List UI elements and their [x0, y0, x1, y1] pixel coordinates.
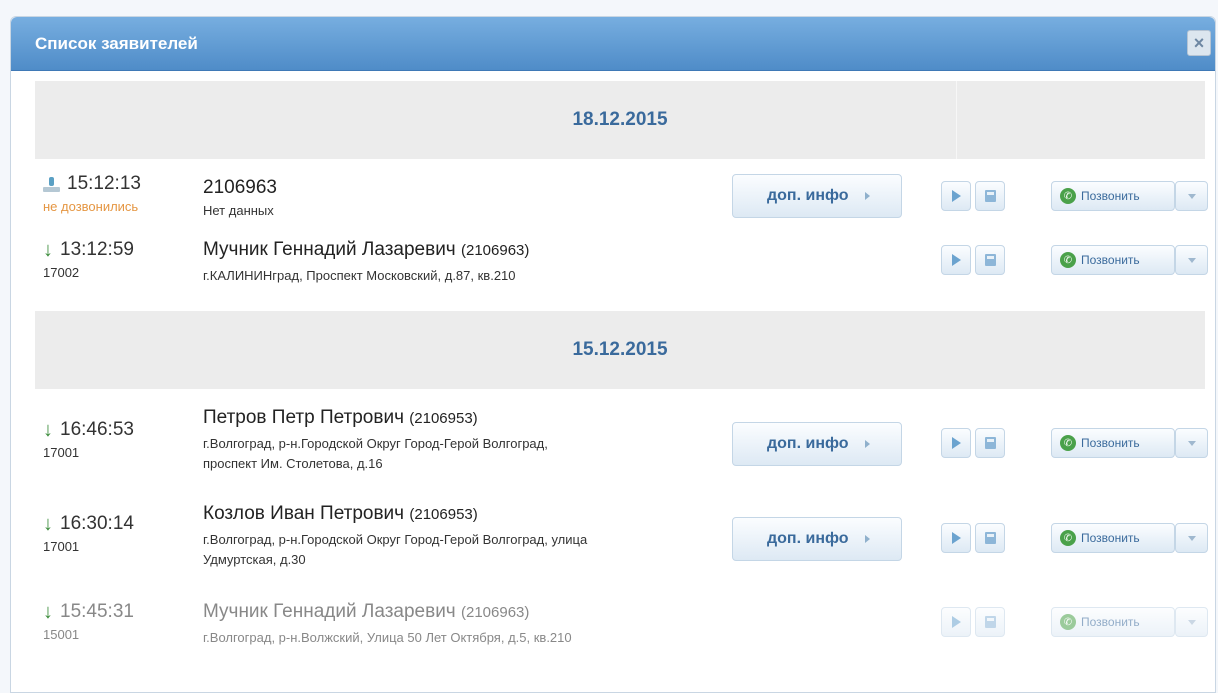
- applicant-name: Козлов Иван Петрович: [203, 503, 405, 524]
- play-button[interactable]: [941, 523, 971, 553]
- call-time: 16:46:53: [60, 419, 134, 440]
- date-label: 18.12.2015: [572, 109, 668, 130]
- applicant-address-line: Удмуртская, д.30: [203, 552, 306, 567]
- call-button[interactable]: ✆ Позвонить: [1051, 523, 1175, 553]
- play-icon: [951, 616, 961, 628]
- arrow-down-icon: ↓: [43, 419, 53, 441]
- call-status: не дозвонились: [43, 199, 139, 214]
- chevron-down-icon: [1187, 257, 1196, 263]
- call-options-dropdown[interactable]: [1175, 607, 1208, 637]
- play-button[interactable]: [941, 607, 971, 637]
- call-extension: 15001: [43, 627, 80, 642]
- arrow-down-icon: ↓: [43, 239, 53, 261]
- date-header: 15.12.2015: [35, 311, 1205, 389]
- applicant-address: г.КАЛИНИНград, Проспект Московский, д.87…: [203, 268, 516, 283]
- play-icon: [951, 190, 961, 202]
- phone-icon: ✆: [1060, 252, 1076, 268]
- arrow-down-icon: ↓: [43, 513, 53, 535]
- call-time: 15:45:31: [60, 601, 134, 622]
- save-icon: [984, 190, 996, 202]
- save-button[interactable]: [975, 523, 1005, 553]
- more-info-button[interactable]: доп. инфо: [732, 517, 902, 561]
- play-button[interactable]: [941, 245, 971, 275]
- applicants-list: 18.12.2015 15:12:13 не дозвонились 21069…: [35, 81, 1208, 663]
- applicant-code: (2106963): [461, 604, 530, 621]
- save-button[interactable]: [975, 607, 1005, 637]
- chevron-right-icon: [864, 192, 870, 200]
- play-icon: [951, 437, 961, 449]
- applicant-name: Мучник Геннадий Лазаревич: [203, 601, 456, 622]
- list-item: 15:12:13 не дозвонились 2106963 Нет данн…: [35, 159, 1208, 231]
- applicant-code: (2106953): [409, 410, 478, 427]
- call-extension: 17002: [43, 265, 80, 280]
- list-item: ↓ 16:46:53 17001 Петров Петр Петрович (2…: [35, 389, 1208, 499]
- date-label: 15.12.2015: [572, 339, 668, 360]
- applicants-dialog: Список заявителей × 18.12.2015 15:12:13 …: [10, 16, 1216, 693]
- more-info-button[interactable]: доп. инфо: [732, 422, 902, 466]
- call-extension: 17001: [43, 445, 80, 460]
- save-button[interactable]: [975, 428, 1005, 458]
- applicant-address-line: проспект Им. Столетова, д.16: [203, 456, 383, 471]
- applicant-address: Нет данных: [203, 203, 274, 218]
- phone-icon: ✆: [1060, 188, 1076, 204]
- list-item: ↓ 15:45:31 15001 Мучник Геннадий Лазарев…: [35, 593, 1208, 663]
- save-icon: [984, 437, 996, 449]
- applicant-name: 2106963: [203, 177, 277, 198]
- save-button[interactable]: [975, 181, 1005, 211]
- call-options-dropdown[interactable]: [1175, 181, 1208, 211]
- phone-icon: ✆: [1060, 530, 1076, 546]
- more-info-button[interactable]: доп. инфо: [732, 174, 902, 218]
- arrow-down-icon: ↓: [43, 601, 53, 623]
- phone-icon: ✆: [1060, 435, 1076, 451]
- call-button[interactable]: ✆ Позвонить: [1051, 245, 1175, 275]
- chevron-down-icon: [1187, 440, 1196, 446]
- play-icon: [951, 532, 961, 544]
- date-header: 18.12.2015: [35, 81, 1205, 159]
- call-options-dropdown[interactable]: [1175, 428, 1208, 458]
- call-button[interactable]: ✆ Позвонить: [1051, 428, 1175, 458]
- save-button[interactable]: [975, 245, 1005, 275]
- chevron-right-icon: [864, 440, 870, 448]
- applicant-address-line: г.Волгоград, р-н.Городской Округ Город-Г…: [203, 436, 548, 451]
- applicant-name: Мучник Геннадий Лазаревич: [203, 239, 456, 260]
- applicant-address-line: г.Волгоград, р-н.Городской Округ Город-Г…: [203, 532, 588, 547]
- close-icon[interactable]: ×: [1187, 30, 1211, 56]
- phone-handset-icon: [43, 176, 60, 192]
- call-options-dropdown[interactable]: [1175, 245, 1208, 275]
- call-options-dropdown[interactable]: [1175, 523, 1208, 553]
- save-icon: [984, 254, 996, 266]
- save-icon: [984, 532, 996, 544]
- chevron-down-icon: [1187, 535, 1196, 541]
- list-item: ↓ 16:30:14 17001 Козлов Иван Петрович (2…: [35, 499, 1208, 593]
- dialog-title: Список заявителей: [35, 34, 198, 53]
- applicant-address: г.Волгоград, р-н.Волжский, Улица 50 Лет …: [203, 630, 572, 645]
- call-time: 15:12:13: [67, 173, 141, 194]
- call-button[interactable]: ✆ Позвонить: [1051, 181, 1175, 211]
- call-button[interactable]: ✆ Позвонить: [1051, 607, 1175, 637]
- phone-icon: ✆: [1060, 614, 1076, 630]
- chevron-down-icon: [1187, 193, 1196, 199]
- play-button[interactable]: [941, 428, 971, 458]
- chevron-right-icon: [864, 535, 870, 543]
- list-item: ↓ 13:12:59 17002 Мучник Геннадий Лазарев…: [35, 231, 1208, 311]
- call-time: 16:30:14: [60, 513, 134, 534]
- play-button[interactable]: [941, 181, 971, 211]
- applicant-name: Петров Петр Петрович: [203, 407, 404, 428]
- chevron-down-icon: [1187, 619, 1196, 625]
- dialog-titlebar: Список заявителей ×: [11, 17, 1215, 71]
- play-icon: [951, 254, 961, 266]
- applicant-code: (2106963): [461, 242, 530, 259]
- save-icon: [984, 616, 996, 628]
- call-extension: 17001: [43, 539, 80, 554]
- call-time: 13:12:59: [60, 239, 134, 260]
- applicant-code: (2106953): [409, 506, 478, 523]
